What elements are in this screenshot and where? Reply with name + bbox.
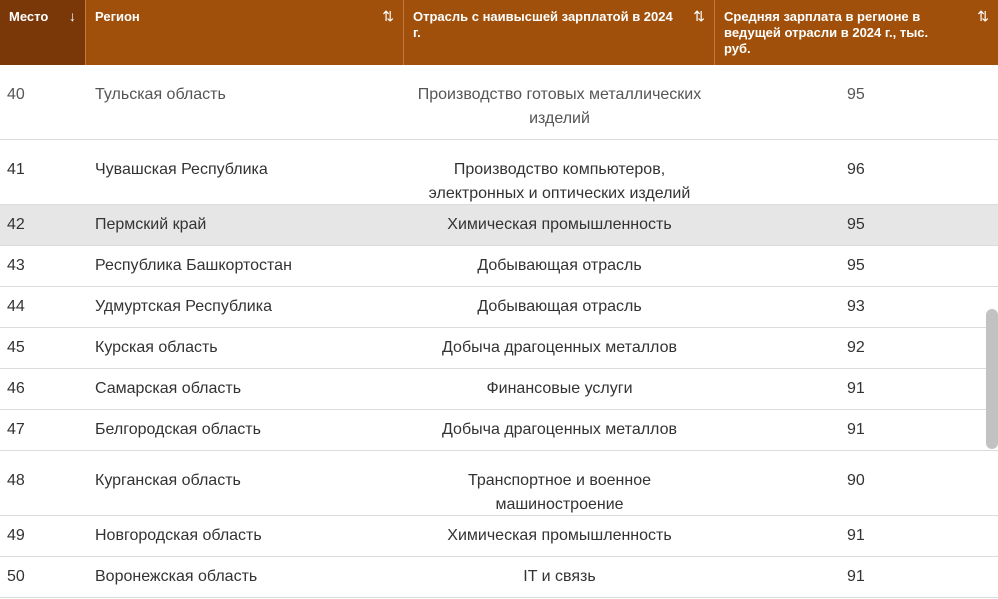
region-cell: Воронежская область (95, 568, 258, 585)
salary-cell: 90 (847, 472, 865, 489)
rank-cell: 45 (7, 339, 25, 356)
region-cell: Белгородская область (95, 421, 261, 438)
region-cell: Удмуртская Республика (95, 298, 272, 315)
rank-cell: 46 (7, 380, 25, 397)
table-row: 48 Курганская область Транспортное и вое… (0, 451, 998, 516)
industry-cell: Химическая промышленность (447, 216, 672, 233)
sort-descending-icon[interactable]: ↓ (69, 8, 76, 24)
salary-cell: 95 (847, 257, 865, 274)
industry-cell: Добывающая отрасль (477, 257, 642, 274)
rank-cell: 50 (7, 568, 25, 585)
table-row: 41 Чувашская Республика Производство ком… (0, 140, 998, 205)
industry-cell: Транспортное и военное машиностроение (468, 472, 651, 513)
region-cell: Тульская область (95, 86, 226, 103)
sort-toggle-icon[interactable]: ⇅ (382, 8, 394, 24)
salary-cell: 95 (847, 216, 865, 233)
industry-cell: Добыча драгоценных металлов (442, 339, 677, 356)
table-row: 49 Новгородская область Химическая промы… (0, 516, 998, 557)
sort-toggle-icon[interactable]: ⇅ (693, 8, 705, 24)
salary-cell: 93 (847, 298, 865, 315)
table-row: 42 Пермский край Химическая промышленнос… (0, 205, 998, 246)
rank-cell: 44 (7, 298, 25, 315)
industry-cell: Добывающая отрасль (477, 298, 642, 315)
rank-cell: 43 (7, 257, 25, 274)
table-body: 40 Тульская область Производство готовых… (0, 65, 998, 598)
column-header-label: Регион (95, 9, 140, 24)
industry-cell: Финансовые услуги (486, 380, 633, 397)
industry-cell: Производство готовых металлических издел… (417, 86, 702, 127)
salary-cell: 91 (847, 568, 865, 585)
table-row: 47 Белгородская область Добыча драгоценн… (0, 410, 998, 451)
column-header-rank[interactable]: Место ↓ (0, 0, 86, 65)
salary-cell: 91 (847, 527, 865, 544)
salary-cell: 91 (847, 421, 865, 438)
salary-cell: 96 (847, 161, 865, 178)
rank-cell: 41 (7, 161, 25, 178)
rank-cell: 47 (7, 421, 25, 438)
region-cell: Курганская область (95, 472, 241, 489)
vertical-scrollbar[interactable] (986, 309, 998, 449)
region-cell: Республика Башкортостан (95, 257, 292, 274)
sort-toggle-icon[interactable]: ⇅ (977, 8, 989, 24)
salary-table: Место ↓ Регион ⇅ Отрасль с наивысшей зар… (0, 0, 998, 599)
table-header: Место ↓ Регион ⇅ Отрасль с наивысшей зар… (0, 0, 998, 65)
industry-cell: Производство компьютеров, электронных и … (428, 161, 691, 202)
salary-cell: 95 (847, 86, 865, 103)
rank-cell: 48 (7, 472, 25, 489)
region-cell: Курская область (95, 339, 218, 356)
region-cell: Чувашская Республика (95, 161, 268, 178)
region-cell: Пермский край (95, 216, 207, 233)
column-header-label: Отрасль с наивысшей зарплатой в 2024 г. (413, 9, 673, 40)
salary-cell: 91 (847, 380, 865, 397)
column-header-salary[interactable]: Средняя зарплата в регионе в ведущей отр… (715, 0, 998, 65)
salary-cell: 92 (847, 339, 865, 356)
column-header-region[interactable]: Регион ⇅ (86, 0, 404, 65)
column-header-industry[interactable]: Отрасль с наивысшей зарплатой в 2024 г. … (404, 0, 715, 65)
region-cell: Новгородская область (95, 527, 262, 544)
table-row: 43 Республика Башкортостан Добывающая от… (0, 246, 998, 287)
rank-cell: 40 (7, 86, 25, 103)
table-row: 50 Воронежская область IT и связь 91 (0, 557, 998, 598)
table-row: 40 Тульская область Производство готовых… (0, 65, 998, 140)
industry-cell: IT и связь (523, 568, 596, 585)
column-header-label: Средняя зарплата в регионе в ведущей отр… (724, 9, 929, 56)
table-row: 46 Самарская область Финансовые услуги 9… (0, 369, 998, 410)
rank-cell: 49 (7, 527, 25, 544)
region-cell: Самарская область (95, 380, 242, 397)
table-row: 45 Курская область Добыча драгоценных ме… (0, 328, 998, 369)
table-row: 44 Удмуртская Республика Добывающая отра… (0, 287, 998, 328)
column-header-label: Место (9, 9, 49, 24)
industry-cell: Добыча драгоценных металлов (442, 421, 677, 438)
rank-cell: 42 (7, 216, 25, 233)
industry-cell: Химическая промышленность (447, 527, 672, 544)
